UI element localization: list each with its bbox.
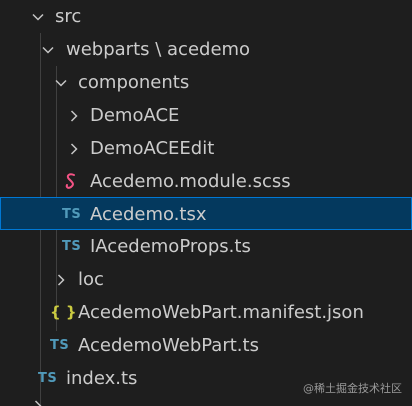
tree-item-label: Acedemo.tsx [90,204,207,225]
chevron-down-icon [38,33,58,66]
tree-item-label: components [78,72,190,93]
watermark-text: @稀土掘金技术社区 [303,382,402,395]
tree-item-label: index.ts [66,368,138,389]
tree-file-acedemo-tsx[interactable]: TS Acedemo.tsx [0,197,412,230]
chevron-down-icon [51,66,71,99]
tree-item-label: DemoACE [90,105,180,126]
tree-folder-webparts-acedemo[interactable]: webparts \ acedemo [0,33,412,66]
typescript-file-icon: TS [38,371,58,386]
tree-item-label: AcedemoWebPart.ts [78,335,259,356]
chevron-right-icon [64,132,84,165]
tree-item-label: webparts \ acedemo [66,39,251,60]
tree-item-label: IAcedemoProps.ts [90,236,251,257]
tree-item-label: AcedemoWebPart.manifest.json [78,302,364,323]
typescript-file-icon: TS [62,207,82,222]
tree-file-iacedemoprops-ts[interactable]: TS IAcedemoProps.ts [0,230,412,263]
typescript-file-icon: TS [62,239,82,254]
tree-folder-demoace[interactable]: DemoACE [0,99,412,132]
chevron-right-icon [51,263,71,296]
chevron-down-icon [28,0,48,33]
chevron-right-icon [28,395,48,406]
tree-item-label: loc [78,269,104,290]
tree-file-acedemo-module-scss[interactable]: Acedemo.module.scss [0,165,412,198]
json-file-icon: { } [50,303,77,321]
tree-folder-components[interactable]: components [0,66,412,99]
tree-folder-demoaceedit[interactable]: DemoACEEdit [0,132,412,165]
tree-item-label: Acedemo.module.scss [90,171,291,192]
typescript-file-icon: TS [50,338,70,353]
tree-file-acedemowebpart-ts[interactable]: TS AcedemoWebPart.ts [0,329,412,362]
chevron-right-icon [64,99,84,132]
tree-row-partial [0,395,412,406]
file-explorer-tree: src webparts \ acedemo components DemoAC… [0,0,412,406]
tree-folder-loc[interactable]: loc [0,263,412,296]
scss-file-icon [63,165,79,198]
tree-file-acedemowebpart-manifest-json[interactable]: { } AcedemoWebPart.manifest.json [0,296,412,329]
tree-item-label: src [55,6,82,27]
tree-item-label: DemoACEEdit [90,138,215,159]
tree-folder-src[interactable]: src [0,0,412,33]
